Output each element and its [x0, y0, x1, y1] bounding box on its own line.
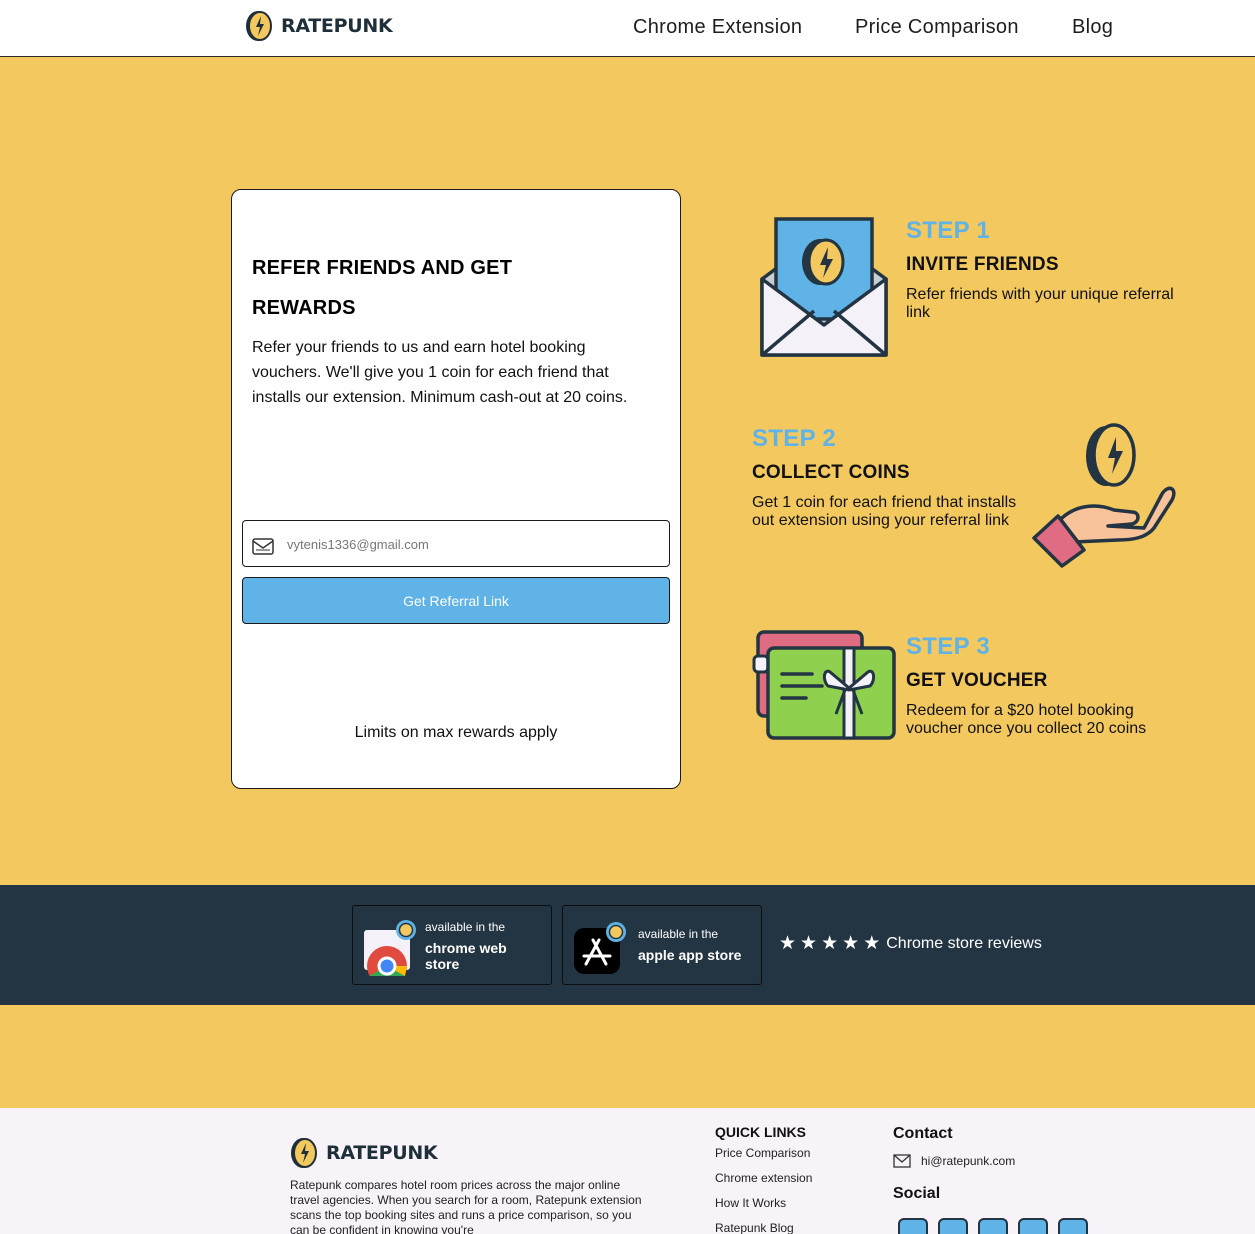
step-3-text: Redeem for a $20 hotel booking voucher o… [906, 702, 1147, 737]
star-icon: ★ [863, 933, 881, 954]
chrome-web-store-button[interactable]: available in the chrome web store [352, 905, 552, 985]
linkedin-icon[interactable] [978, 1218, 1008, 1234]
ratepunk-logo[interactable]: RATEPUNK [245, 9, 393, 43]
nav-blog[interactable]: Blog [1072, 16, 1113, 39]
mail-icon [252, 538, 274, 555]
envelope-coin-icon [760, 217, 888, 357]
footer-logo-text: RATEPUNK [326, 1142, 438, 1164]
nav-chrome-extension[interactable]: Chrome Extension [633, 16, 802, 39]
star-icon: ★ [842, 933, 860, 954]
step-2-label: STEP 2 [752, 425, 837, 452]
step-2-title: COLLECT COINS [752, 462, 910, 483]
step-3-title: GET VOUCHER [906, 670, 1048, 691]
coin-logo-icon [246, 11, 272, 41]
coin-logo-icon [291, 1138, 317, 1168]
step-1-title: INVITE FRIENDS [906, 254, 1059, 275]
footer-link-price-comparison[interactable]: Price Comparison [715, 1146, 810, 1160]
gift-voucher-icon [752, 630, 896, 740]
limits-text: Limits on max rewards apply [354, 724, 558, 741]
chrome-store-small-text: available in the [425, 920, 506, 934]
nav-price-comparison[interactable]: Price Comparison [855, 16, 1019, 39]
get-referral-link-button[interactable]: Get Referral Link [242, 577, 670, 624]
star-icon: ★ [821, 933, 839, 954]
footer-link-ratepunk-blog[interactable]: Ratepunk Blog [715, 1221, 794, 1234]
star-icon: ★ [779, 933, 797, 954]
chrome-store-name: chrome web store [425, 940, 507, 972]
quick-links-heading: QUICK LINKS [715, 1124, 806, 1140]
contact-heading: Contact [893, 1125, 953, 1142]
apple-store-name: apple app store [638, 947, 742, 963]
contact-email-link[interactable]: hi@ratepunk.com [921, 1154, 1015, 1168]
social-heading: Social [893, 1185, 941, 1202]
instagram-icon[interactable] [898, 1218, 928, 1234]
email-input[interactable] [287, 531, 657, 557]
tiktok-icon[interactable] [1058, 1218, 1088, 1234]
footer-link-chrome-extension[interactable]: Chrome extension [715, 1171, 812, 1185]
footer-description: Ratepunk compares hotel room prices acro… [290, 1178, 642, 1234]
footer: RATEPUNK Ratepunk compares hotel room pr… [0, 1108, 1255, 1234]
chrome-store-reviews[interactable]: ★ ★ ★ ★ ★ Chrome store reviews [779, 933, 1042, 954]
chrome-store-icon [364, 920, 416, 976]
facebook-icon[interactable] [938, 1218, 968, 1234]
apple-app-store-button[interactable]: available in the apple app store [562, 905, 762, 985]
apple-store-small-text: available in the [638, 927, 719, 941]
step-3-label: STEP 3 [906, 633, 991, 660]
card-title: REFER FRIENDS AND GET REWARDS [252, 257, 513, 319]
footer-logo[interactable]: RATEPUNK [290, 1136, 438, 1170]
mail-icon [893, 1154, 911, 1168]
twitter-icon[interactable] [1018, 1218, 1048, 1234]
top-header: RATEPUNK Chrome Extension Price Comparis… [0, 0, 1255, 57]
store-band: available in the chrome web store availa… [0, 885, 1255, 1005]
app-store-icon [574, 922, 626, 974]
footer-link-how-it-works[interactable]: How It Works [715, 1196, 786, 1210]
reviews-label: Chrome store reviews [886, 935, 1042, 952]
logo-text: RATEPUNK [281, 15, 393, 37]
step-1-text: Refer friends with your unique referral … [906, 286, 1174, 321]
hand-coin-icon [1032, 423, 1176, 568]
email-field-wrapper [242, 520, 670, 567]
star-icon: ★ [800, 933, 818, 954]
step-1-label: STEP 1 [906, 217, 991, 244]
referral-card: REFER FRIENDS AND GET REWARDS Refer your… [231, 189, 681, 789]
card-description: Refer your friends to us and earn hotel … [252, 339, 628, 406]
step-2-text: Get 1 coin for each friend that installs… [752, 494, 1017, 529]
